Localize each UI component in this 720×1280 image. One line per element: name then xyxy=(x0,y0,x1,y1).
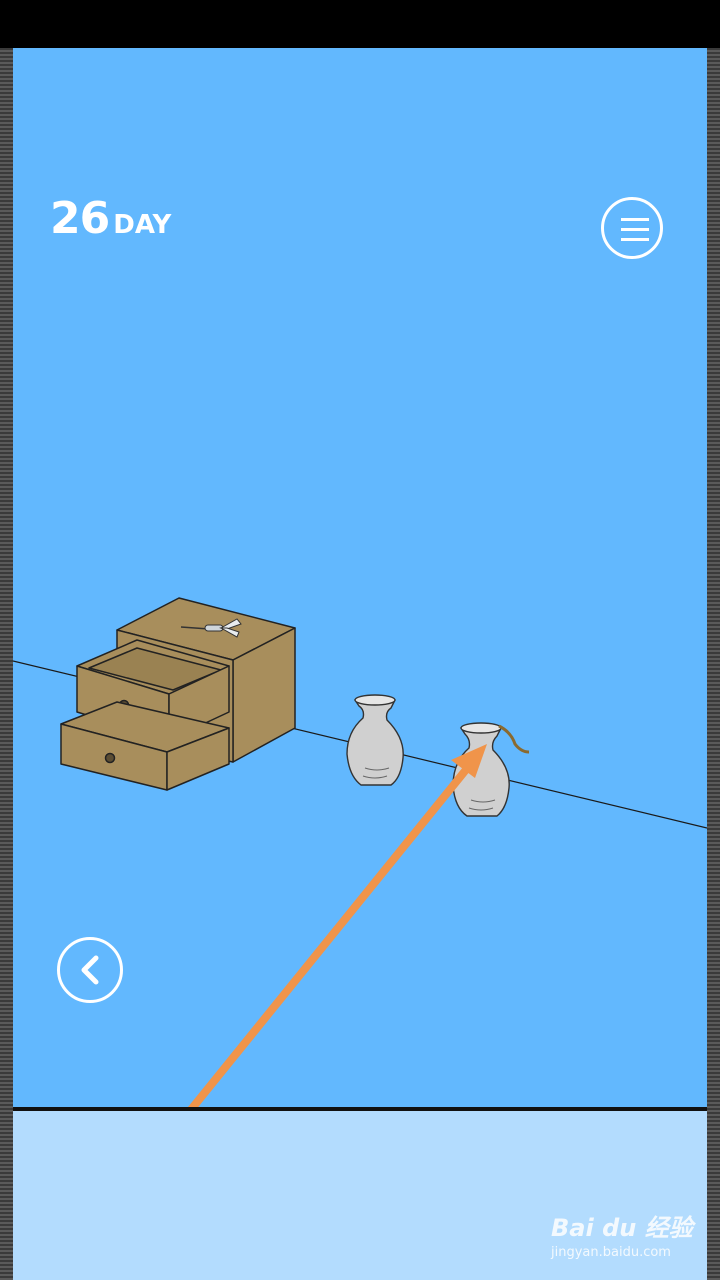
day-counter: 26 DAY xyxy=(50,193,171,244)
cabinet-with-drawers[interactable] xyxy=(60,597,296,791)
drawer-knob-lower xyxy=(104,752,116,764)
watermark: Bai du 经验 jingyan.baidu.com xyxy=(551,1208,693,1260)
day-label: DAY xyxy=(113,210,172,240)
vase-left[interactable] xyxy=(346,694,404,786)
watermark-url: jingyan.baidu.com xyxy=(551,1245,671,1260)
game-scene: 26 DAY Bai du 经验 jingyan.baidu.com xyxy=(13,48,707,1280)
right-frame-border xyxy=(707,48,720,1280)
back-button[interactable] xyxy=(57,937,123,1003)
watermark-logo: Bai du 经验 xyxy=(551,1214,693,1242)
day-number: 26 xyxy=(50,193,110,244)
status-bar xyxy=(0,0,720,48)
chevron-left-icon xyxy=(81,955,99,985)
left-frame-border xyxy=(0,48,13,1280)
menu-button[interactable] xyxy=(601,197,663,259)
